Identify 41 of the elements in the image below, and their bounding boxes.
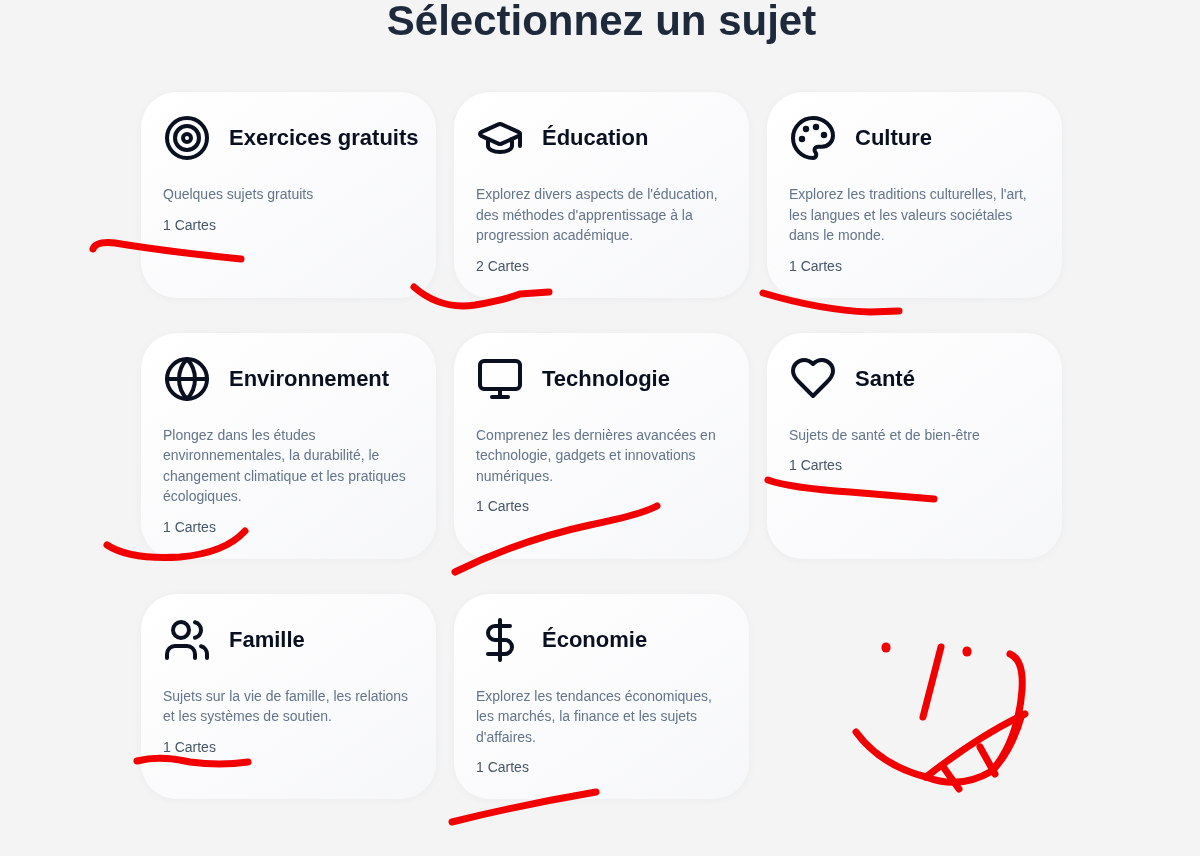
subject-card[interactable]: Économie Explorez les tendances économiques, les marchés, la finance et les sujets d'affaires. 1 Cartes (454, 593, 749, 799)
subject-title: Famille (229, 625, 305, 654)
subject-title: Économie (542, 625, 648, 654)
heart-icon (791, 358, 835, 399)
subject-title: Environnement (229, 364, 390, 393)
dollar-sign-icon (486, 617, 514, 662)
people-icon (165, 619, 209, 660)
subject-card[interactable]: Santé Sujets de santé et de bien-être 1 Cartes (767, 332, 1062, 559)
subject-description: Sujets sur la vie de famille, les relations et les systèmes de soutien. (163, 686, 410, 726)
subject-description: Explorez divers aspects de l'éducation, des méthodes d'apprentissage à la progression académique. (476, 185, 719, 245)
subject-description: Explorez les tendances économiques, les marchés, la finance et les sujets d'affaires. (476, 686, 713, 747)
subject-title: Éducation (542, 124, 649, 152)
subject-card[interactable]: Famille Sujets sur la vie de famille, les relations et les systèmes de soutien. 1 Cartes (141, 593, 436, 799)
subject-description: Comprenez les dernières avancées en technologie, gadgets et innovations numériques. (476, 425, 717, 486)
graduation-cap-icon (478, 122, 522, 154)
palette-icon (791, 116, 835, 160)
card-count: 2 Cartes (476, 256, 530, 276)
subject-card[interactable]: Éducation Explorez divers aspects de l'éducation, des méthodes d'apprentissage à la progression académique. 2 Cartes (454, 92, 749, 298)
card-count: 1 Cartes (163, 517, 217, 537)
subject-title: Exercices gratuits (229, 124, 419, 152)
subject-title: Culture (855, 124, 932, 152)
subject-card[interactable]: Exercices gratuits Quelques sujets gratuits 1 Cartes (141, 92, 436, 298)
subject-card[interactable]: Technologie Comprenez les dernières avancées en technologie, gadgets et innovations numériques. 1 Cartes (454, 332, 749, 559)
subject-card[interactable]: Environnement Plongez dans les études environnementales, la durabilité, le changement climatique et les pratiques écologiques. 1 Cartes (141, 332, 436, 559)
monitor-icon (478, 358, 522, 399)
page-heading: Sélectionnez un sujet (386, 0, 817, 42)
subject-description: Explorez les traditions culturelles, l'art, les langues et les valeurs sociétales dans le monde. (789, 185, 1028, 245)
target-icon (165, 116, 209, 160)
globe-icon (165, 356, 209, 401)
card-count: 1 Cartes (163, 737, 217, 757)
subject-title: Santé (855, 364, 915, 393)
card-count: 1 Cartes (163, 215, 217, 235)
card-count: 1 Cartes (789, 256, 843, 276)
subject-description: Quelques sujets gratuits (163, 185, 315, 204)
subject-description: Plongez dans les études environnementales, la durabilité, le changement climatique et les pratiques écologiques. (163, 425, 407, 506)
subject-description: Sujets de santé et de bien-être (789, 425, 981, 445)
card-count: 1 Cartes (476, 497, 530, 516)
subject-title: Technologie (542, 364, 670, 393)
subject-card[interactable]: Culture Explorez les traditions culturelles, l'art, les langues et les valeurs sociétales dans le monde. 1 Cartes (767, 92, 1062, 298)
card-count: 1 Cartes (476, 758, 530, 777)
card-count: 1 Cartes (789, 456, 843, 475)
